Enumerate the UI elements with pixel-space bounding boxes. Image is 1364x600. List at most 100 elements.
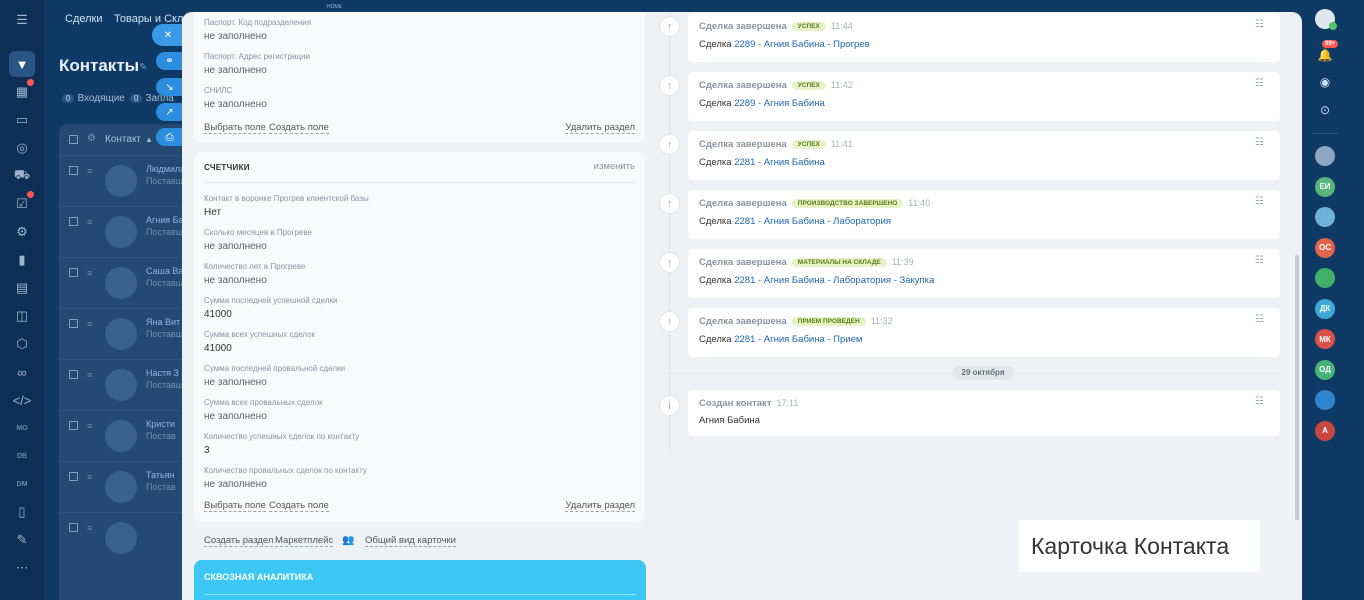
deal-link[interactable]: 2281 - Агния Бабина - Лаборатория [734,216,891,227]
filter-icon[interactable]: ▼ [9,51,35,77]
chat-avatar[interactable]: А [1315,420,1335,441]
drag-handle-icon[interactable]: ≡ [87,166,92,176]
field-value[interactable]: не заполнено [204,99,267,110]
robot-icon[interactable]: ◫ [12,306,32,326]
field-value[interactable]: 3 [204,445,210,456]
deal-link[interactable]: 2281 - Агния Бабина [734,157,825,168]
row-checkbox[interactable] [69,523,78,532]
section-edit-link[interactable]: изменить [594,161,635,172]
analytics-section[interactable]: СКВОЗНАЯ АНАЛИТИКА [194,560,646,600]
chat-avatar[interactable] [1315,390,1335,410]
row-checkbox[interactable] [69,217,78,226]
inbox-icon[interactable]: ▭ [12,110,32,130]
field-value[interactable]: не заполнено [204,65,267,76]
row-checkbox[interactable] [69,268,78,277]
field-value[interactable]: не заполнено [204,479,267,490]
drag-handle-icon[interactable]: ≡ [87,319,92,329]
drag-handle-icon[interactable]: ≡ [87,523,92,533]
create-section-link[interactable]: Создать раздел [204,535,274,547]
print-button[interactable]: ⎙ [156,128,183,146]
timeline-item: Сделка завершена материалы на складе 11:39… [688,249,1280,298]
card-icon[interactable]: ▤ [12,278,32,298]
create-field-link[interactable]: Создать поле [269,122,329,134]
pin-icon[interactable]: ✎ [139,62,147,73]
create-field-link[interactable]: Создать поле [269,500,329,512]
open-new-window-button[interactable]: ↗ [156,103,183,121]
field-value[interactable]: не заполнено [204,377,267,388]
nav-deals[interactable]: Сделки [65,13,103,25]
delete-section-link[interactable]: Удалить раздел [565,500,635,512]
bell-icon[interactable]: 🔔 [1316,46,1334,64]
chat-avatar[interactable]: ОС [1315,237,1335,258]
field-value[interactable]: не заполнено [204,31,267,42]
chat-avatar[interactable]: ОД [1315,359,1335,380]
table-row[interactable]: ≡ Агния Ба Поставщ [59,206,199,257]
drag-handle-icon[interactable]: ≡ [87,472,92,482]
table-row[interactable]: ≡ Яна Вит Поставщ [59,308,199,359]
drag-handle-icon[interactable]: ≡ [87,268,92,278]
column-header-contact[interactable]: Контакт [105,134,141,145]
dashboard-icon[interactable]: DB [12,446,32,466]
chat-search-icon[interactable]: ⊙ [1316,101,1334,119]
more-icon[interactable]: ⋯ [12,558,32,578]
select-field-link[interactable]: Выбрать поле [204,500,266,512]
table-row[interactable]: ≡ Татьян Постав [59,461,199,512]
box-icon[interactable]: ⬡ [12,334,32,354]
row-checkbox[interactable] [69,472,78,481]
deal-link[interactable]: 2289 - Агния Бабина - Прогрев [734,39,869,50]
table-row[interactable]: ≡ [59,512,199,563]
deal-link[interactable]: 2289 - Агния Бабина [734,98,825,109]
drag-handle-icon[interactable]: ≡ [87,421,92,431]
tasks-icon[interactable]: ▦ [12,79,34,102]
chat-avatar[interactable] [1315,146,1335,166]
deal-link[interactable]: 2281 - Агния Бабина - Прием [734,334,862,345]
settings-gear-icon[interactable]: ⚙ [87,133,96,144]
common-view-link[interactable]: Общий вид карточки [365,535,456,547]
delete-section-link[interactable]: Удалить раздел [565,122,635,134]
doc-icon[interactable]: ▯ [12,502,32,522]
code-icon[interactable]: </> [12,390,32,410]
table-row[interactable]: ≡ Саша Ва Поставщ [59,257,199,308]
field-value[interactable]: не заполнено [204,411,267,422]
chat-avatar[interactable] [1315,268,1335,288]
field-value[interactable]: не заполнено [204,241,267,252]
minimize-button[interactable]: ↘ [156,78,183,96]
chat-avatar[interactable] [1315,207,1335,227]
chat-avatar[interactable]: ЕИ [1315,176,1335,197]
pulse-icon[interactable]: ◉ [1316,73,1334,91]
field-value[interactable]: 41000 [204,309,232,320]
gear-icon[interactable]: ⚙ [12,222,32,242]
table-row[interactable]: ≡ Настя З Поставщ [59,359,199,410]
target-icon[interactable]: ◎ [12,138,32,158]
table-row[interactable]: ≡Людмила АврамкПоставщ [59,155,199,206]
field-value[interactable]: 41000 [204,343,232,354]
deal-link[interactable]: 2281 - Агния Бабина - Лаборатория - Заку… [734,275,934,286]
select-field-link[interactable]: Выбрать поле [204,122,266,134]
drag-handle-icon[interactable]: ≡ [87,217,92,227]
sort-asc-icon[interactable]: ▲ [145,135,153,144]
chat-avatar[interactable]: МК [1315,329,1335,349]
table-row[interactable]: ≡ Кристи Постав [59,410,199,461]
copy-link-button[interactable]: ⚭ [156,52,183,70]
drag-handle-icon[interactable]: ≡ [87,370,92,380]
chat-avatar[interactable]: ДК [1315,298,1335,319]
mo-icon[interactable]: MO [12,418,32,438]
chart-icon[interactable]: ▮ [12,250,32,270]
row-checkbox[interactable] [69,370,78,379]
checklist-icon[interactable]: ☑ [12,191,34,214]
field-value[interactable]: не заполнено [204,275,267,286]
row-checkbox[interactable] [69,421,78,430]
binoculars-icon[interactable]: ∞ [12,362,32,382]
close-slider-button[interactable]: ✕ [152,24,184,46]
dm-icon[interactable]: DM [12,474,32,494]
menu-icon[interactable]: ☰ [12,10,32,30]
select-all-checkbox[interactable] [69,135,78,144]
marketplace-link[interactable]: Маркетплейс [275,535,334,547]
scrollbar[interactable] [1295,255,1299,520]
row-checkbox[interactable] [69,319,78,328]
pencil-icon[interactable]: ✎ [12,530,32,550]
field-value[interactable]: Нет [204,207,221,218]
filter-incoming[interactable]: 0 Входящие [62,93,125,104]
cart-icon[interactable]: ⛟ [12,166,32,186]
row-checkbox[interactable] [69,166,78,175]
